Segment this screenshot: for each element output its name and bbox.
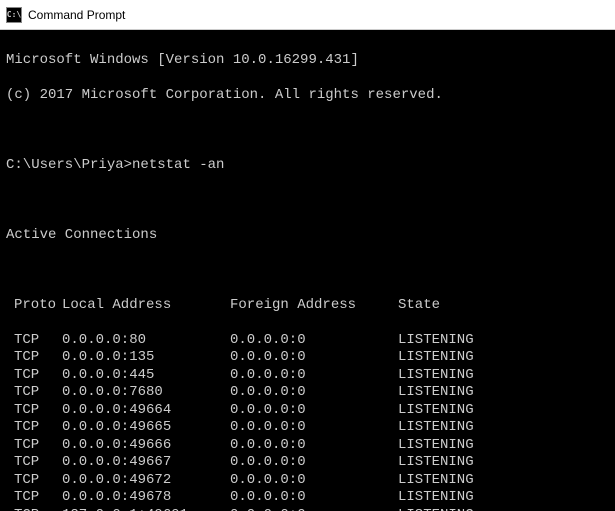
cell-proto: TCP	[6, 489, 62, 507]
cell-proto: TCP	[6, 332, 62, 350]
table-row: TCP0.0.0.0:496670.0.0.0:0LISTENING	[6, 454, 609, 472]
prompt-path: C:\Users\Priya>	[6, 157, 132, 173]
table-row: TCP0.0.0.0:496640.0.0.0:0LISTENING	[6, 402, 609, 420]
cell-proto: TCP	[6, 454, 62, 472]
cell-local: 0.0.0.0:49678	[62, 489, 230, 507]
table-row: TCP0.0.0.0:496720.0.0.0:0LISTENING	[6, 472, 609, 490]
blank-line	[6, 122, 609, 140]
cell-proto: TCP	[6, 402, 62, 420]
cmd-icon: C:\	[6, 7, 22, 23]
cell-state: LISTENING	[398, 437, 609, 455]
cell-local: 0.0.0.0:445	[62, 367, 230, 385]
table-row: TCP0.0.0.0:496660.0.0.0:0LISTENING	[6, 437, 609, 455]
header-foreign: Foreign Address	[230, 297, 398, 315]
cell-foreign: 0.0.0.0:0	[230, 402, 398, 420]
cell-foreign: 0.0.0.0:0	[230, 507, 398, 511]
cell-state: LISTENING	[398, 472, 609, 490]
blank-line	[6, 192, 609, 210]
cell-local: 127.0.0.1:49691	[62, 507, 230, 511]
cell-state: LISTENING	[398, 349, 609, 367]
table-row: TCP0.0.0.0:496780.0.0.0:0LISTENING	[6, 489, 609, 507]
cell-foreign: 0.0.0.0:0	[230, 489, 398, 507]
cell-state: LISTENING	[398, 384, 609, 402]
cell-proto: TCP	[6, 437, 62, 455]
table-row: TCP0.0.0.0:496650.0.0.0:0LISTENING	[6, 419, 609, 437]
blank-line	[6, 262, 609, 280]
cell-local: 0.0.0.0:49672	[62, 472, 230, 490]
header-state: State	[398, 297, 609, 315]
cell-state: LISTENING	[398, 332, 609, 350]
table-row: TCP0.0.0.0:1350.0.0.0:0LISTENING	[6, 349, 609, 367]
window-title-bar[interactable]: C:\ Command Prompt	[0, 0, 615, 30]
prompt-line: C:\Users\Priya>netstat -an	[6, 157, 609, 175]
prompt-command: netstat -an	[132, 157, 224, 173]
cell-proto: TCP	[6, 367, 62, 385]
cell-foreign: 0.0.0.0:0	[230, 384, 398, 402]
section-title: Active Connections	[6, 227, 609, 245]
table-row: TCP0.0.0.0:4450.0.0.0:0LISTENING	[6, 367, 609, 385]
cell-state: LISTENING	[398, 419, 609, 437]
cell-proto: TCP	[6, 507, 62, 511]
cell-foreign: 0.0.0.0:0	[230, 332, 398, 350]
cell-state: LISTENING	[398, 507, 609, 511]
cell-proto: TCP	[6, 384, 62, 402]
cell-local: 0.0.0.0:7680	[62, 384, 230, 402]
banner-line-1: Microsoft Windows [Version 10.0.16299.43…	[6, 52, 609, 70]
cell-foreign: 0.0.0.0:0	[230, 419, 398, 437]
cmd-icon-glyph: C:\	[7, 10, 21, 19]
cell-foreign: 0.0.0.0:0	[230, 349, 398, 367]
cell-local: 0.0.0.0:49664	[62, 402, 230, 420]
banner-line-2: (c) 2017 Microsoft Corporation. All righ…	[6, 87, 609, 105]
header-local: Local Address	[62, 297, 230, 315]
window-title: Command Prompt	[28, 8, 125, 22]
cell-proto: TCP	[6, 419, 62, 437]
cell-state: LISTENING	[398, 489, 609, 507]
cell-foreign: 0.0.0.0:0	[230, 367, 398, 385]
cell-local: 0.0.0.0:135	[62, 349, 230, 367]
cell-state: LISTENING	[398, 402, 609, 420]
cell-local: 0.0.0.0:49665	[62, 419, 230, 437]
table-header-row: Proto Local Address Foreign Address Stat…	[6, 297, 609, 315]
cell-state: LISTENING	[398, 454, 609, 472]
cell-foreign: 0.0.0.0:0	[230, 454, 398, 472]
cell-local: 0.0.0.0:49666	[62, 437, 230, 455]
cell-proto: TCP	[6, 349, 62, 367]
cell-local: 0.0.0.0:80	[62, 332, 230, 350]
terminal-output[interactable]: Microsoft Windows [Version 10.0.16299.43…	[0, 30, 615, 511]
table-row: TCP127.0.0.1:496910.0.0.0:0LISTENING	[6, 507, 609, 511]
table-body: TCP0.0.0.0:800.0.0.0:0LISTENINGTCP0.0.0.…	[6, 332, 609, 511]
cell-foreign: 0.0.0.0:0	[230, 472, 398, 490]
cell-local: 0.0.0.0:49667	[62, 454, 230, 472]
table-row: TCP0.0.0.0:76800.0.0.0:0LISTENING	[6, 384, 609, 402]
cell-proto: TCP	[6, 472, 62, 490]
cell-state: LISTENING	[398, 367, 609, 385]
cell-foreign: 0.0.0.0:0	[230, 437, 398, 455]
table-row: TCP0.0.0.0:800.0.0.0:0LISTENING	[6, 332, 609, 350]
header-proto: Proto	[6, 297, 62, 315]
